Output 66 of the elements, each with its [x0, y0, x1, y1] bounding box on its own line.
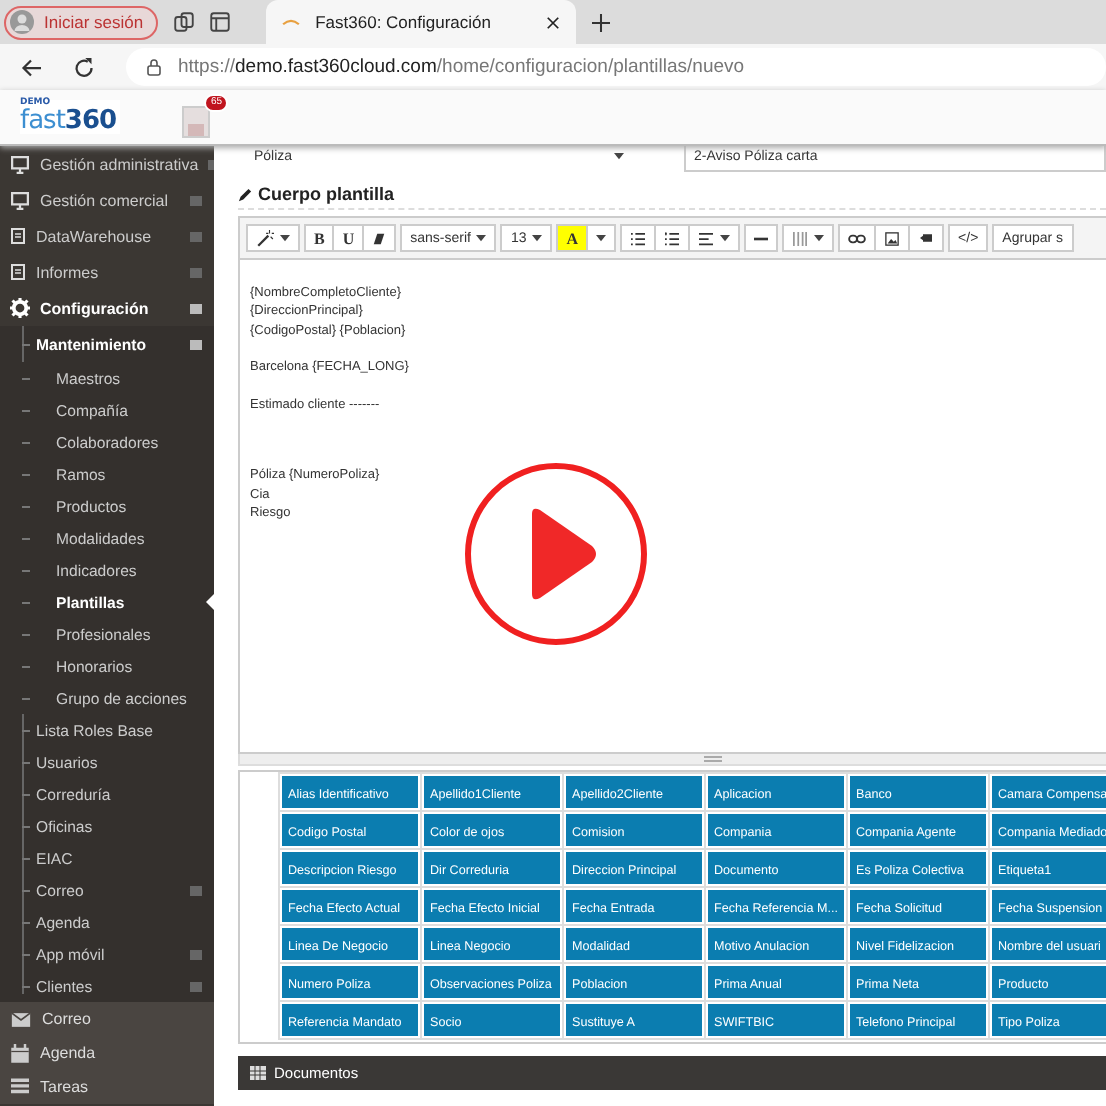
- bold-button[interactable]: B: [304, 224, 335, 252]
- video-button[interactable]: [908, 224, 945, 252]
- lock-icon: [146, 58, 162, 76]
- person-icon: [10, 10, 34, 34]
- eraser-icon: [372, 231, 387, 245]
- browser-tab[interactable]: Fast360: Configuración: [265, 0, 576, 44]
- reload-icon: [74, 57, 94, 77]
- calendar-icon: [10, 1043, 30, 1063]
- sidebar-item[interactable]: Correo: [0, 1002, 214, 1036]
- sidebar-item[interactable]: Tareas: [0, 1070, 214, 1104]
- section-title: Cuerpo plantilla: [258, 184, 395, 204]
- expand-toggle[interactable]: [190, 949, 202, 959]
- expand-toggle[interactable]: [190, 195, 202, 205]
- link-icon: [848, 233, 867, 243]
- numbered-list-icon: [664, 231, 681, 245]
- expand-toggle[interactable]: [190, 267, 202, 277]
- workspaces-icon: [173, 12, 194, 32]
- pencil-icon: [238, 187, 252, 201]
- table-icon: [250, 1066, 266, 1080]
- link-button[interactable]: [838, 224, 877, 252]
- sidebar-item[interactable]: Gestión administrativa: [0, 146, 214, 182]
- document-icon: [10, 226, 26, 246]
- sidebar-item[interactable]: Informes: [0, 254, 214, 290]
- table-icon: [792, 231, 809, 245]
- tab-actions-icon: [209, 12, 230, 32]
- list-icon: [10, 1078, 30, 1096]
- bulleted-list-icon: [630, 231, 647, 245]
- horizontal-rule-icon: [754, 235, 769, 241]
- video-icon: [918, 232, 935, 244]
- sidebar-item[interactable]: Agenda: [0, 1036, 214, 1070]
- expand-toggle[interactable]: [190, 231, 202, 241]
- inbox-icon: [182, 105, 210, 137]
- close-icon: [545, 15, 560, 29]
- back-icon: [20, 57, 42, 77]
- monitor-icon: [10, 155, 30, 173]
- bulleted-list-button[interactable]: [620, 224, 657, 252]
- caret-icon: [596, 234, 607, 242]
- envelope-icon: [10, 1011, 32, 1027]
- expand-toggle[interactable]: [190, 981, 202, 991]
- gear-icon: [10, 298, 30, 318]
- numbered-list-button[interactable]: [654, 224, 691, 252]
- expand-toggle[interactable]: [190, 339, 202, 349]
- align-icon: [698, 231, 715, 245]
- horizontal-rule-button[interactable]: [744, 224, 779, 252]
- dropdown-button[interactable]: [586, 224, 617, 252]
- clear-format-button[interactable]: [362, 224, 397, 252]
- new-tab-icon: [591, 13, 610, 31]
- sidebar-item[interactable]: Gestión comercial: [0, 182, 214, 218]
- image-icon: [884, 231, 901, 245]
- align-button[interactable]: [688, 224, 741, 252]
- expand-toggle[interactable]: [190, 885, 202, 895]
- caret-icon: [614, 152, 624, 160]
- site-icon: [281, 16, 300, 28]
- play-button-icon[interactable]: [464, 462, 648, 646]
- highlight-button[interactable]: A: [556, 224, 589, 252]
- style-button[interactable]: [246, 224, 300, 252]
- expand-toggle[interactable]: [190, 303, 202, 313]
- address-bar[interactable]: https://demo.fast360cloud.com/home/configuracion/plantillas/nuevo: [126, 48, 1106, 86]
- sidebar-item[interactable]: Configuración: [0, 290, 214, 326]
- monitor-icon: [10, 191, 30, 209]
- sign-in-button[interactable]: Iniciar sesión: [4, 5, 158, 39]
- underline-button[interactable]: U: [332, 224, 365, 252]
- image-button[interactable]: [874, 224, 911, 252]
- document-icon: [10, 262, 26, 282]
- magic-wand-icon: [256, 229, 274, 247]
- sidebar-item[interactable]: DataWarehouse: [0, 218, 214, 254]
